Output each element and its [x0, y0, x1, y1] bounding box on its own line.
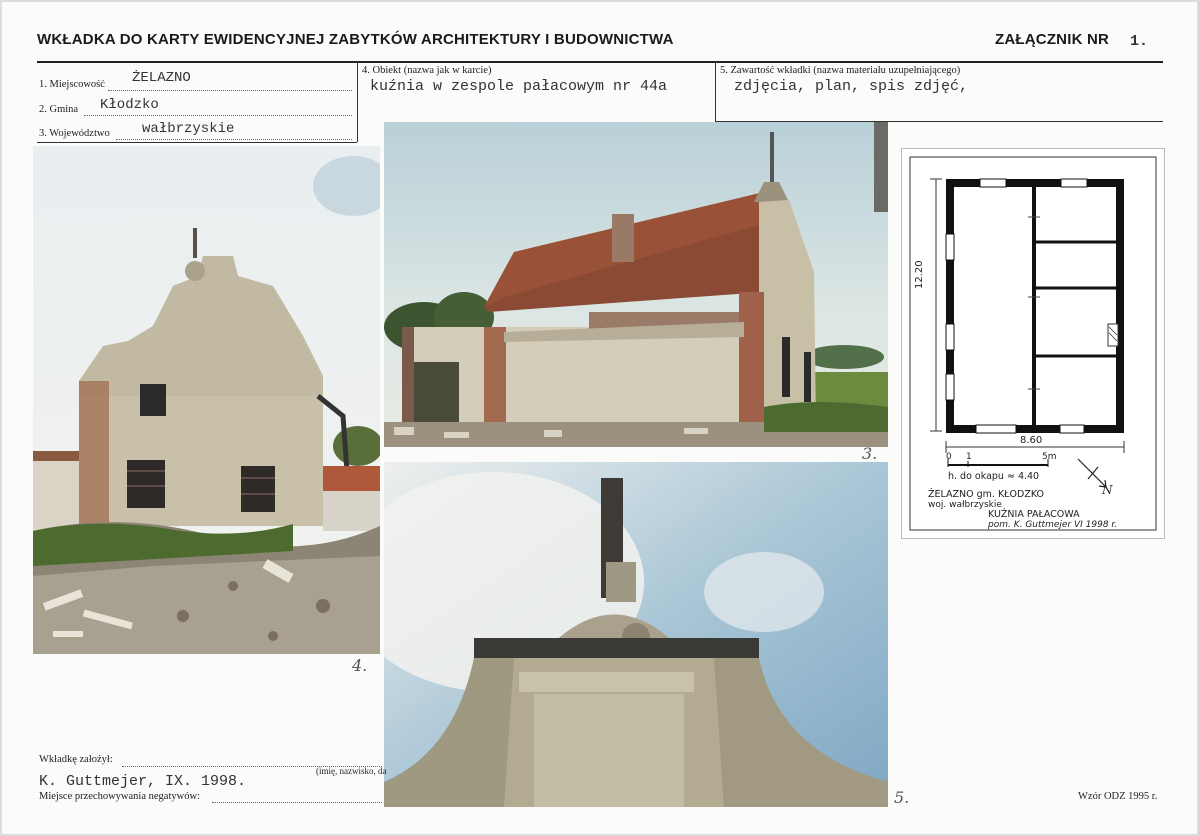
plan-dim-vertical: 12.20 [914, 260, 925, 289]
gmina-line [84, 115, 352, 116]
floor-plan-card: 12.20 8.60 0 1 5m h. do okapu ≈ 4.40 ŻEL… [901, 148, 1165, 539]
plan-caption-line4: pom. K. Guttmejer VI 1998 r. [988, 520, 1118, 530]
miejscowosc-line [108, 90, 352, 91]
record-card-sheet: WKŁADKA DO KARTY EWIDENCYJNEJ ZABYTKÓW A… [2, 2, 1197, 834]
photo-4-number: 4. [352, 656, 368, 675]
field-divider-1 [357, 62, 358, 142]
wojewodztwo-value: wałbrzyskie [142, 121, 235, 137]
photo-3-number: 3. [862, 444, 878, 463]
photo-5-gable-detail [384, 462, 888, 807]
form-code: Wzór ODZ 1995 r. [1078, 791, 1158, 802]
photo-3-forge-side-view [384, 122, 888, 447]
plan-caption-line3: KUŹNIA PAŁACOWA [988, 509, 1080, 520]
obiekt-label: 4. Obiekt (nazwa jak w karcie) [362, 65, 492, 76]
gmina-label: 2. Gmina [39, 104, 79, 115]
zawartosc-label: 5. Zawartość wkładki (nazwa materiału uz… [720, 65, 961, 76]
wojewodztwo-line [116, 139, 352, 140]
gmina-value: Kłodzko [100, 97, 159, 113]
negatives-line [212, 802, 382, 803]
header-rule [37, 61, 1163, 63]
miejscowosc-value: ŻELAZNO [132, 70, 191, 86]
annex-number: 1. [1130, 33, 1149, 50]
scale-label-1: 1 [966, 452, 972, 462]
zawartosc-value: zdjęcia, plan, spis zdjęć, [734, 78, 969, 95]
plan-dim-horizontal: 8.60 [1020, 435, 1043, 446]
page-title: WKŁADKA DO KARTY EWIDENCYJNEJ ZABYTKÓW A… [37, 31, 674, 48]
field-rule-left [37, 142, 357, 143]
field-divider-2 [715, 62, 716, 122]
obiekt-value: kuźnia w zespole pałacowym nr 44a [370, 78, 668, 95]
miejscowosc-label: 1. Miejscowość [39, 79, 105, 90]
north-label: N [1102, 483, 1113, 497]
negatives-label: Miejsce przechowywania negatywów: [39, 791, 200, 802]
scale-label-5: 5m [1042, 452, 1057, 462]
plan-caption-line1: ŻELAZNO gm. KŁODZKO [928, 489, 1045, 500]
photo-4-forge-gable [33, 146, 380, 654]
scale-label-0: 0 [946, 452, 952, 462]
eaves-height: h. do okapu ≈ 4.40 [948, 471, 1040, 482]
founded-hint: (imię, nazwisko, da [316, 766, 387, 776]
annex-label: ZAŁĄCZNIK NR [995, 31, 1110, 48]
founded-value: K. Guttmejer, IX. 1998. [39, 773, 247, 790]
wojewodztwo-label: 3. Województwo [39, 128, 110, 139]
founded-label: Wkładkę założył: [39, 754, 113, 765]
photo-5-number: 5. [894, 788, 910, 807]
